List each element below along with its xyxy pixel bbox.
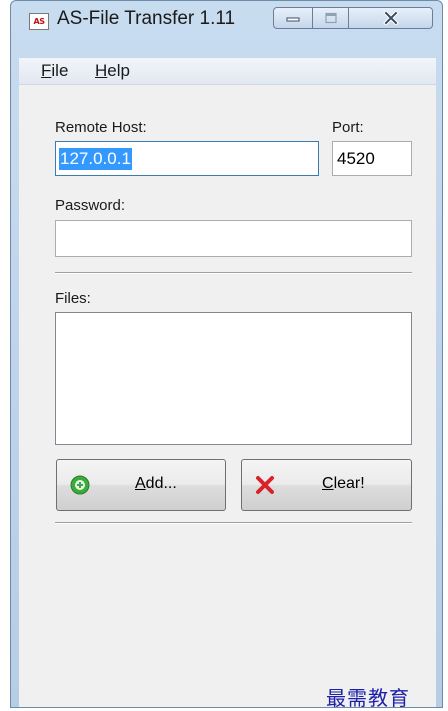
- password-label: Password:: [55, 197, 126, 214]
- maximize-button[interactable]: [313, 7, 349, 29]
- clear-button-label: Clear!: [322, 475, 365, 493]
- maximize-icon: [324, 12, 337, 24]
- menu-help[interactable]: Help: [95, 61, 130, 81]
- menu-bar: File Help: [19, 58, 436, 85]
- add-button-label: Add...: [135, 475, 177, 493]
- remote-host-label: Remote Host:: [55, 119, 147, 136]
- menu-file[interactable]: File: [41, 61, 68, 81]
- app-icon-text: AS: [33, 17, 45, 26]
- port-label: Port:: [332, 119, 364, 136]
- menu-file-accel: F: [41, 61, 52, 80]
- add-button[interactable]: Add...: [56, 459, 226, 511]
- add-label-rest: dd...: [145, 475, 177, 492]
- clear-button[interactable]: Clear!: [241, 459, 412, 511]
- password-input[interactable]: [55, 220, 412, 257]
- port-input[interactable]: 4520: [332, 141, 412, 176]
- close-button[interactable]: [349, 7, 433, 29]
- add-accel: A: [135, 475, 146, 492]
- minimize-icon: [286, 17, 300, 22]
- files-label: Files:: [55, 290, 91, 307]
- app-window: AS AS-File Transfer 1.11 File Help Remot…: [10, 0, 443, 708]
- app-icon[interactable]: AS: [29, 13, 49, 30]
- clear-label-rest: lear!: [333, 475, 365, 492]
- close-icon: [382, 11, 399, 25]
- files-list[interactable]: [55, 312, 412, 445]
- remote-host-value: 127.0.0.1: [59, 148, 132, 170]
- client-area: Remote Host: Port: 127.0.0.1 4520 Passwo…: [19, 85, 436, 707]
- menu-file-label: ile: [51, 61, 69, 80]
- minimize-button[interactable]: [273, 7, 313, 29]
- port-value: 4520: [337, 148, 375, 168]
- separator-top: [55, 272, 412, 274]
- title-bar[interactable]: AS AS-File Transfer 1.11: [11, 1, 442, 53]
- window-title: AS-File Transfer 1.11: [57, 8, 236, 29]
- menu-help-label: elp: [107, 61, 130, 80]
- remote-host-input[interactable]: 127.0.0.1: [55, 141, 319, 176]
- menu-help-accel: H: [95, 61, 108, 80]
- separator-bottom: [55, 522, 412, 524]
- watermark-text: 最需教育: [326, 686, 410, 710]
- plus-circle-icon: [70, 475, 90, 495]
- clear-accel: C: [322, 475, 334, 492]
- red-x-icon: [256, 476, 274, 494]
